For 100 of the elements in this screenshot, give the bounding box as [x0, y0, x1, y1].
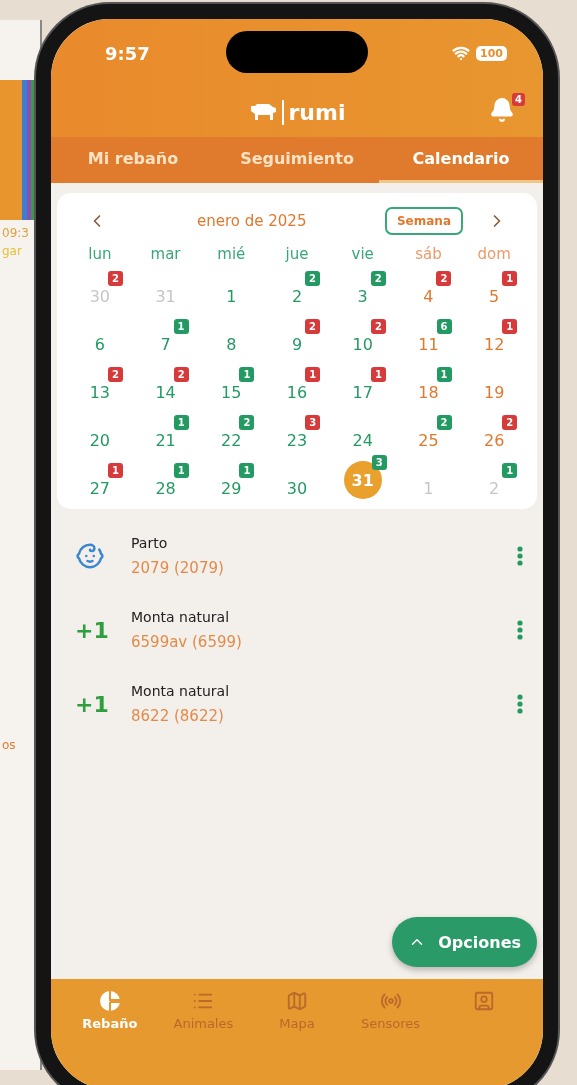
animal-id: 6599av (6599) [131, 633, 243, 651]
calendar-day[interactable]: 17 [352, 381, 373, 403]
calendar-day[interactable]: 27 [89, 477, 111, 499]
calendar-day[interactable]: 6 [89, 333, 110, 355]
event-count-badge: 1 [173, 319, 189, 334]
event-count-badge: 1 [239, 367, 255, 382]
event-count-badge: 6 [436, 319, 452, 334]
event-count-badge: 2 [108, 367, 124, 382]
calendar-day[interactable]: 28 [155, 477, 176, 499]
event-count-badge: 2 [502, 415, 518, 430]
calendar-day[interactable]: 7 [155, 333, 176, 355]
event-count-badge: 1 [108, 463, 124, 478]
weekday-label: jue [285, 245, 309, 263]
event-title: Monta natural [131, 609, 231, 625]
calendar-day[interactable]: 5 [484, 285, 505, 307]
calendar-day[interactable]: 4 [418, 285, 439, 307]
more-options-button[interactable] [517, 694, 523, 714]
event-row[interactable]: Parto 2079 (2079) [57, 519, 537, 593]
options-button[interactable]: Opciones [392, 917, 537, 967]
weekday-label: mar [150, 245, 181, 263]
calendar-day[interactable]: 12 [483, 333, 505, 355]
calendar-day[interactable]: 14 [155, 381, 176, 403]
status-time: 9:57 [105, 42, 150, 64]
event-row[interactable]: +1 Monta natural 6599av (6599) [57, 593, 537, 667]
calendar-day[interactable]: 25 [418, 429, 439, 451]
month-title: enero de 2025 [197, 212, 307, 230]
calendar-day[interactable]: 15 [221, 381, 242, 403]
notification-count: 4 [512, 93, 525, 106]
event-count-badge: 2 [370, 319, 386, 334]
calendar-day[interactable]: 24 [352, 429, 373, 451]
event-count-badge: 1 [173, 463, 189, 478]
weekday-label: sáb [415, 245, 442, 263]
more-icon [517, 546, 523, 566]
pie-chart-icon [98, 990, 121, 1012]
calendar-day[interactable]: 11 [418, 333, 439, 355]
link-text: gar [1, 244, 23, 258]
calendar-day[interactable]: 23 [286, 429, 308, 451]
map-icon [286, 990, 308, 1012]
event-count-badge: 1 [502, 319, 518, 334]
wifi-icon [452, 44, 471, 62]
count-mark: +1 [75, 691, 109, 717]
profile-icon [473, 990, 496, 1012]
more-icon [517, 620, 523, 640]
event-count-badge: 2 [436, 271, 452, 286]
event-count-badge: 1 [502, 271, 518, 286]
label-text: os [1, 738, 17, 752]
more-options-button[interactable] [517, 546, 523, 566]
event-count-badge: 1 [239, 463, 255, 478]
event-count-badge: 2 [305, 319, 320, 334]
calendar-day[interactable]: 10 [352, 333, 373, 355]
event-row[interactable]: +1 Monta natural 8622 (8622) [57, 667, 537, 741]
weekday-label: dom [477, 245, 511, 263]
event-count-badge: 3 [371, 455, 387, 470]
more-options-button[interactable] [517, 620, 523, 640]
calendar-day[interactable]: 21 [155, 429, 176, 451]
tab[interactable]: Mi rebaño [51, 137, 215, 183]
calendar-day[interactable]: 19 [483, 381, 505, 403]
nav-item[interactable]: Rebaño [63, 989, 157, 1035]
calendar-day[interactable]: 26 [483, 429, 505, 451]
event-count-badge: 1 [173, 415, 189, 430]
week-view-button[interactable]: Semana [384, 207, 463, 235]
calendar-day[interactable]: 18 [418, 381, 439, 403]
count-mark: +1 [75, 617, 109, 643]
event-title: Monta natural [131, 683, 231, 699]
battery-indicator: 100 [476, 45, 507, 61]
calendar-day[interactable]: 8 [221, 333, 242, 355]
calendar-day[interactable]: 3 [352, 285, 373, 307]
event-count-badge: 1 [370, 367, 386, 382]
calendar-day[interactable]: 16 [286, 381, 308, 403]
event-count-badge: 2 [370, 271, 386, 286]
cow-logo-icon [248, 102, 277, 122]
tab[interactable]: Calendario [379, 137, 543, 183]
event-count-badge: 2 [436, 415, 452, 430]
calendar-day[interactable]: 29 [221, 477, 242, 499]
calendar-day[interactable]: 9 [287, 333, 307, 355]
animal-id: 8622 (8622) [131, 707, 225, 725]
event-count-badge: 2 [173, 367, 189, 382]
event-count-badge: 3 [305, 415, 321, 430]
weekday-label: lun [88, 245, 112, 263]
event-title: Parto [131, 535, 169, 551]
time-text: 09:3 [1, 226, 30, 240]
weekday-label: vie [351, 245, 374, 263]
event-count-badge: 1 [305, 367, 321, 382]
event-count-badge: 2 [239, 415, 255, 430]
app-logo-text: rumi [281, 99, 346, 125]
event-count-badge: 2 [108, 271, 124, 286]
calendar-day[interactable]: 13 [89, 381, 111, 403]
event-count-badge: 2 [305, 271, 320, 286]
weekday-label: mié [217, 245, 246, 263]
calendar-day[interactable]: 2 [287, 285, 307, 307]
event-count-badge: 1 [436, 367, 452, 382]
calendar-day[interactable]: 1 [221, 285, 242, 307]
event-count-badge: 1 [502, 463, 518, 478]
calendar-day[interactable]: 30 [286, 477, 308, 499]
calendar-day[interactable]: 20 [89, 429, 111, 451]
more-icon [517, 694, 523, 714]
calendar-day[interactable]: 22 [221, 429, 242, 451]
animal-id: 2079 (2079) [131, 559, 225, 577]
notifications-button[interactable] [489, 97, 515, 123]
tab[interactable]: Seguimiento [215, 137, 379, 183]
